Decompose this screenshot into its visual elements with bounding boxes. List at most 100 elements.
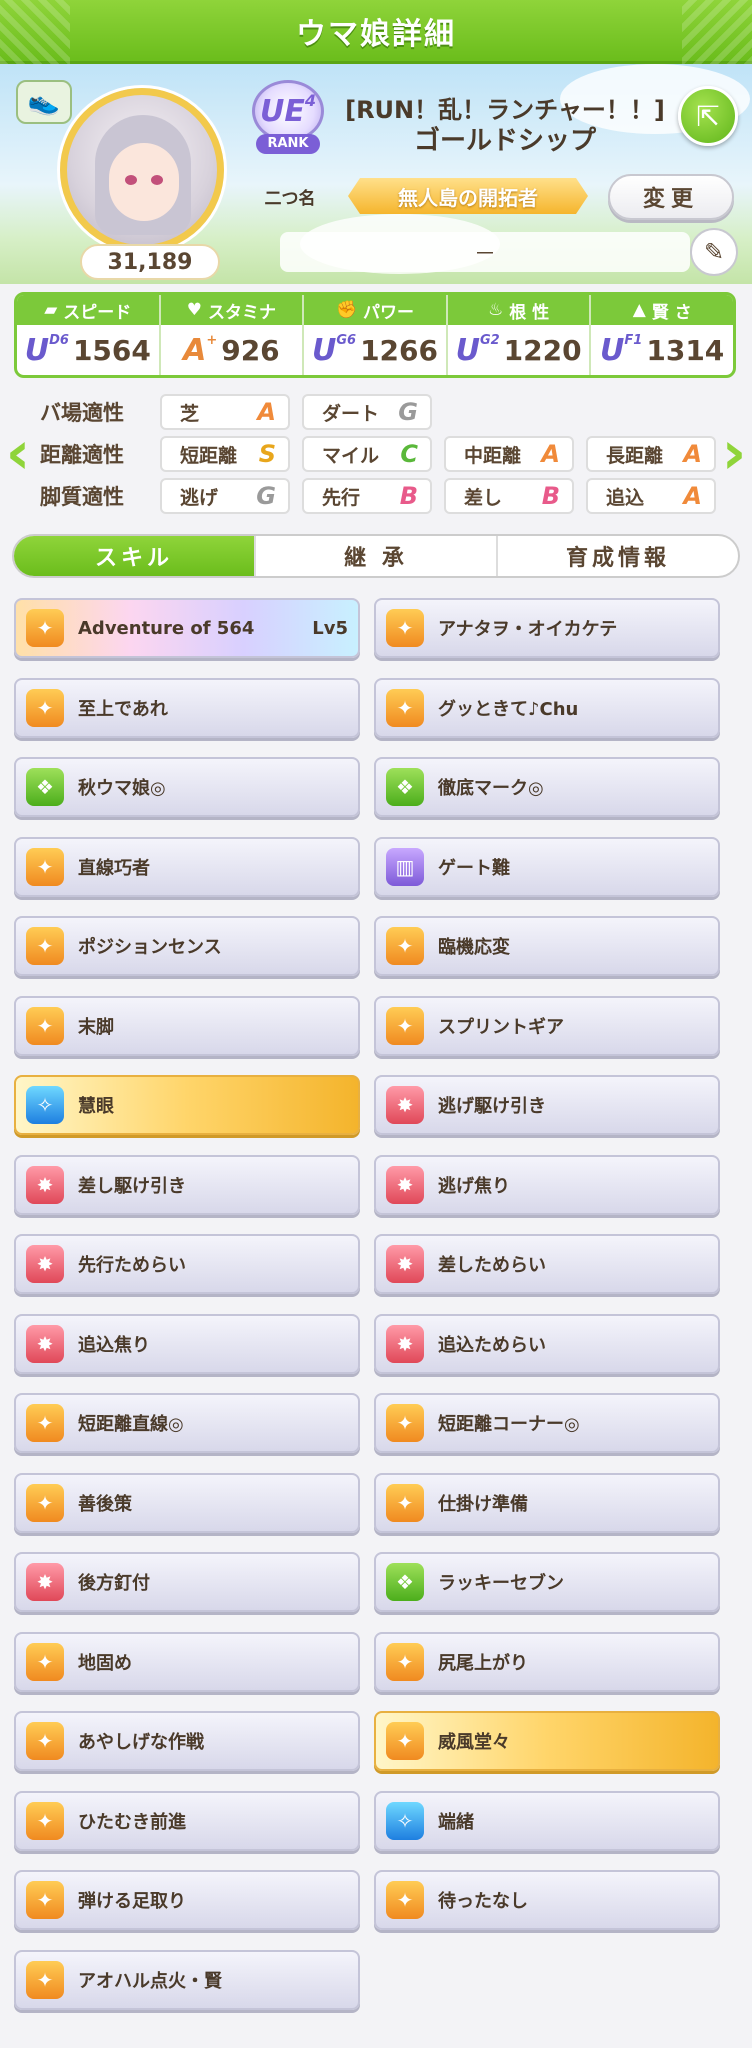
stat-grade: UD6	[25, 333, 69, 368]
aptitude-grade: A	[683, 440, 702, 468]
tab-1[interactable]: 継 承	[256, 536, 498, 576]
skill-card[interactable]: ✦ 地固め	[14, 1631, 360, 1692]
skill-card[interactable]: ✸ 逃げ駆け引き	[374, 1075, 720, 1135]
stat-header: ♥ スタミナ	[160, 295, 303, 325]
stat-grade: UF1	[600, 333, 642, 368]
skill-name: 臨機応変	[438, 937, 510, 958]
skill-card[interactable]: ✦ 待ったなし	[374, 1870, 720, 1930]
skill-card[interactable]: ❖ 徹底マーク◎	[374, 757, 720, 817]
stat-body: UG2 1220	[448, 325, 590, 375]
skill-card[interactable]: ✦ グッときて♪Chu	[374, 677, 720, 738]
skill-name: アオハル点火・賢	[78, 1970, 222, 1992]
share-icon[interactable]: ⇱	[678, 86, 738, 146]
skill-name: 逃げ焦り	[438, 1175, 510, 1197]
skill-card[interactable]: ✸ 後方釘付	[14, 1552, 360, 1612]
skill-card[interactable]: ✸ 差しためらい	[374, 1234, 720, 1294]
skill-name: 弾ける足取り	[78, 1891, 186, 1912]
stat-grade-letter: U	[600, 332, 625, 368]
aptitude-cell: 先行 B	[302, 478, 432, 514]
skill-orange-icon: ✦	[26, 1642, 64, 1681]
aptitude-row-style: 脚質適性	[40, 478, 156, 514]
memo-field: －	[280, 232, 690, 272]
skill-card[interactable]: ✦ ポジションセンス	[14, 916, 360, 976]
skill-name: ラッキーセブン	[438, 1573, 564, 1594]
skill-orange-icon: ✦	[26, 1006, 64, 1045]
cap-icon: ▲	[632, 300, 646, 320]
skill-card[interactable]: ✧ 端緒	[374, 1790, 720, 1851]
skill-name: 先行ためらい	[78, 1255, 186, 1276]
skill-name: 逃げ駆け引き	[438, 1096, 546, 1117]
skill-card[interactable]: ✦ 臨機応変	[374, 916, 720, 976]
skill-card[interactable]: ✦ アオハル点火・賢	[14, 1949, 360, 2010]
skill-card[interactable]: ✦ 至上であれ	[14, 677, 360, 738]
page-title: ウマ娘詳細	[296, 16, 456, 52]
skill-card[interactable]: ✦ 尻尾上がり	[374, 1631, 720, 1692]
skill-card[interactable]: ✸ 追込ためらい	[374, 1313, 720, 1374]
skill-card[interactable]: ✸ 差し駆け引き	[14, 1154, 360, 1215]
skill-card[interactable]: ✸ 追込焦り	[14, 1313, 360, 1374]
skill-card[interactable]: ❖ ラッキーセブン	[374, 1552, 720, 1612]
aptitude-grade: G	[398, 398, 418, 426]
skill-card[interactable]: ✸ 先行ためらい	[14, 1234, 360, 1294]
skill-card[interactable]: ✦ アナタヲ・オイカケテ	[374, 598, 720, 658]
skill-card[interactable]: ✦ 短距離直線◎	[14, 1393, 360, 1453]
aptitude-cell: 追込 A	[586, 478, 716, 514]
skill-card[interactable]: ✧ 慧眼	[14, 1075, 360, 1135]
shoe-icon[interactable]: 👟	[16, 80, 72, 124]
skill-card[interactable]: ✦ 善後策	[14, 1472, 360, 1533]
stat-grade-sub: D6	[49, 332, 69, 348]
skill-card[interactable]: ✦ 弾ける足取り	[14, 1870, 360, 1930]
skill-card[interactable]: ❖ 秋ウマ娘◎	[14, 757, 360, 817]
aptitude-grade: A	[257, 398, 276, 426]
skill-card[interactable]: ✦ 仕掛け準備	[374, 1472, 720, 1533]
skill-green-icon: ❖	[386, 1563, 424, 1601]
aptitude-row-track: バ場適性	[40, 394, 156, 430]
stat-label: スタミナ	[207, 302, 276, 323]
skill-name: スプリントギア	[438, 1016, 564, 1038]
skill-green-icon: ❖	[386, 768, 424, 806]
skill-card[interactable]: ✦ スプリントギア	[374, 995, 720, 1056]
rank-sub: 4	[304, 90, 316, 110]
skill-card[interactable]: ✦ あやしげな作戦	[14, 1711, 360, 1771]
portrait-eye	[125, 175, 137, 185]
skill-name: アナタヲ・オイカケテ	[438, 619, 618, 640]
aptitude-grade: B	[399, 482, 418, 510]
skill-card[interactable]: ✦ 威風堂々	[374, 1711, 720, 1771]
stat-0: ▰ スピード UD6 1564	[17, 295, 161, 375]
change-button[interactable]: 変更	[608, 174, 734, 220]
skill-orange-icon: ✦	[386, 1722, 424, 1760]
stat-2: ✊ パワー UG6 1266	[304, 295, 448, 375]
stat-grade-letter: U	[455, 332, 480, 368]
aptitude-grade: A	[541, 440, 560, 468]
aptitude-name: 追込	[606, 486, 645, 509]
skill-card[interactable]: ✸ 逃げ焦り	[374, 1154, 720, 1215]
skill-orange-icon: ✦	[26, 847, 64, 886]
skill-card[interactable]: ▥ ゲート難	[374, 836, 720, 897]
chevron-right-icon[interactable]: ›	[716, 418, 752, 488]
tab-0[interactable]: スキル	[14, 536, 256, 576]
tab-2[interactable]: 育成情報	[498, 536, 738, 576]
chevron-left-icon[interactable]: ‹	[0, 418, 36, 488]
pencil-icon[interactable]: ✎	[690, 228, 738, 276]
skill-card[interactable]: ✦ 直線巧者	[14, 836, 360, 897]
rank-label: RANK	[256, 134, 320, 154]
skill-card[interactable]: ✦ 末脚	[14, 995, 360, 1056]
skill-card[interactable]: ✦ Adventure of 564 Lv5	[14, 598, 360, 658]
nickname: 二つ名	[264, 189, 316, 209]
aptitude-name: 長距離	[606, 444, 664, 467]
skill-orange-icon: ✦	[386, 1483, 424, 1522]
evaluation-score: 31,189	[80, 244, 220, 280]
skill-card[interactable]: ✦ 短距離コーナー◎	[374, 1393, 720, 1453]
title-ribbon[interactable]: 無人島の開拓者	[348, 178, 588, 214]
stat-grade-letter: A	[183, 332, 207, 368]
flame-icon: ♨	[488, 300, 504, 320]
skill-green-icon: ❖	[26, 768, 64, 806]
character-portrait[interactable]	[60, 88, 224, 252]
aptitude-name: 芝	[180, 402, 200, 425]
skill-name: あやしげな作戦	[78, 1732, 204, 1753]
stat-grade: A+	[183, 333, 217, 368]
skill-card[interactable]: ✦ ひたむき前進	[14, 1790, 360, 1851]
skill-name: 差し駆け引き	[78, 1175, 186, 1197]
aptitude-cell: 短距離 S	[160, 436, 290, 472]
skill-orange-icon: ✦	[386, 1006, 424, 1045]
